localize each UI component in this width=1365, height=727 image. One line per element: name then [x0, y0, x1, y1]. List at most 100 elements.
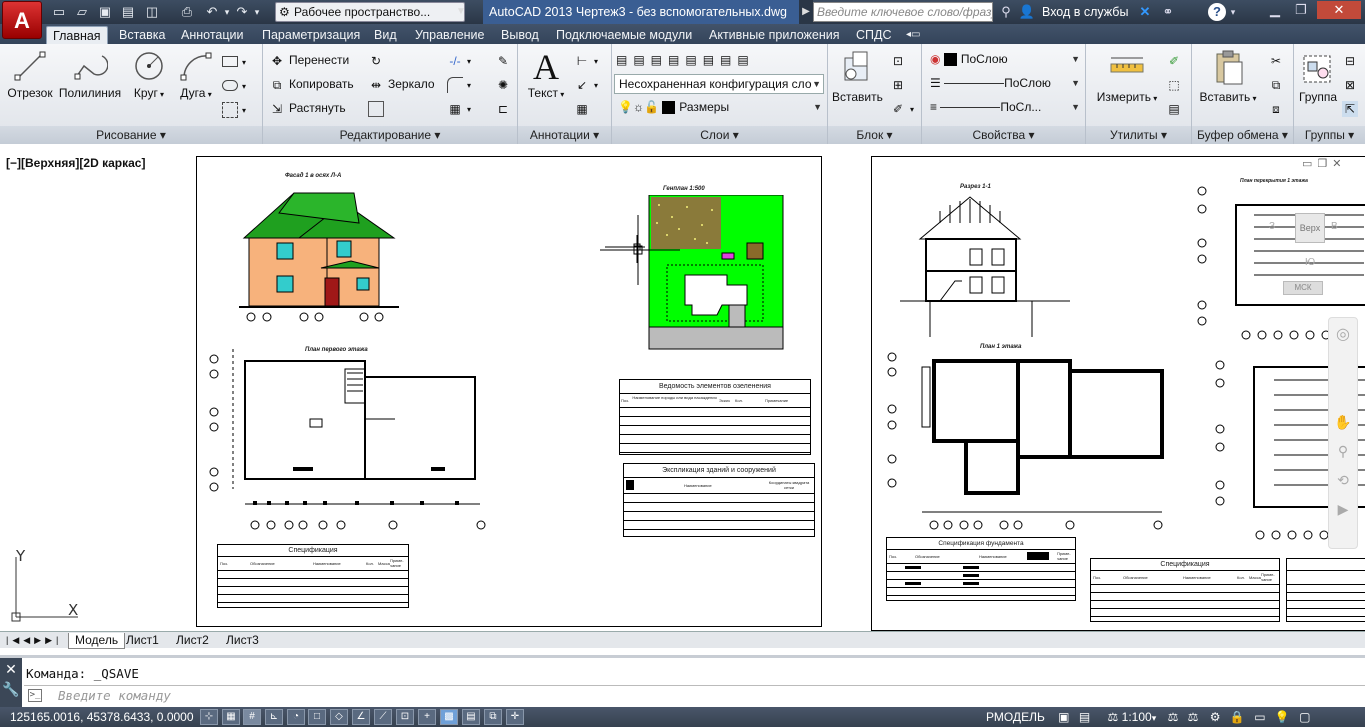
paste-button[interactable]: Вставить ▾ — [1198, 48, 1258, 104]
groups-panel-title[interactable]: Группы ▾ — [1294, 126, 1365, 144]
selection-cycling-icon[interactable]: ⧉ — [484, 709, 502, 725]
utilities-panel-title[interactable]: Утилиты ▾ — [1086, 126, 1191, 144]
save-as-icon[interactable]: ▤ — [119, 3, 137, 21]
clean-screen-icon[interactable]: ▢ — [1299, 710, 1310, 724]
drawing-canvas[interactable]: [−][Верхняя][2D каркас] Y X Фасад 1 в ос… — [0, 145, 1365, 631]
quick-view-drawings-icon[interactable]: ▤ — [1079, 710, 1090, 724]
restore-button[interactable]: ❐ — [1289, 1, 1313, 19]
snap-mode-icon[interactable]: ▦ — [222, 709, 240, 725]
tab-sheet1[interactable]: Лист1 — [126, 633, 159, 648]
viewcube-top[interactable]: Верх — [1295, 213, 1325, 243]
auto-scale-icon[interactable]: ⚖ — [1188, 710, 1199, 724]
modify-panel-title[interactable]: Редактирование ▾ — [263, 126, 517, 144]
viewcube-south[interactable]: Ю — [1305, 257, 1315, 268]
copy-clip-button[interactable]: ⧉ — [1268, 75, 1288, 93]
lock-icon[interactable]: 🔒 — [1230, 710, 1245, 724]
tab-parametric[interactable]: Параметризация — [256, 26, 366, 44]
tab-navigation-arrows[interactable]: |◀◀▶▶| — [6, 633, 62, 648]
viewcube-west[interactable]: З — [1269, 221, 1275, 232]
command-window-handle[interactable]: ✕ 🔧 — [0, 658, 22, 708]
workspace-dropdown[interactable]: ⚙ Рабочее пространство... — [275, 2, 465, 22]
table-button[interactable]: ▦ — [574, 99, 594, 117]
linetype-dropdown[interactable]: ☰ ПоСлою ▼ — [926, 74, 1082, 94]
viewport-controls[interactable]: [−][Верхняя][2D каркас] — [6, 156, 145, 170]
lineweight-toggle-icon[interactable]: + — [418, 709, 436, 725]
line-button[interactable]: Отрезок — [6, 48, 54, 100]
otrack-icon[interactable]: ∠ — [352, 709, 370, 725]
arc-button[interactable]: Дуга ▾ — [176, 48, 216, 100]
tab-manage[interactable]: Управление — [409, 26, 491, 44]
export-icon[interactable]: ◫ — [143, 3, 161, 21]
color-dropdown[interactable]: ◉ ПоСлою ▼ — [926, 50, 1082, 70]
open-icon[interactable]: ▱ — [73, 3, 91, 21]
copy-button[interactable]: ⧉ Копировать — [269, 75, 354, 93]
scale-button[interactable] — [368, 99, 388, 117]
infer-constraints-icon[interactable]: ⊹ — [200, 709, 218, 725]
command-prompt-icon[interactable]: >_ — [28, 689, 42, 702]
stretch-button[interactable]: ⇲ Растянуть — [269, 99, 346, 117]
select-all-button[interactable]: ⬚ — [1166, 75, 1186, 93]
viewcube[interactable]: Верх З В Ю МСК — [1269, 187, 1338, 307]
application-menu-button[interactable]: A — [2, 1, 42, 39]
annotation-monitor-icon[interactable]: ✛ — [506, 709, 524, 725]
navigation-bar[interactable]: ◎ ✋ ⚲ ⟲ ▶ — [1328, 317, 1358, 549]
ungroup-button[interactable]: ⊟ — [1342, 51, 1362, 69]
exchange-icon[interactable]: ✕ — [1137, 3, 1153, 21]
quick-properties-icon[interactable]: ▤ — [462, 709, 480, 725]
erase-button[interactable]: ✎ — [495, 51, 515, 69]
tab-view[interactable]: Вид — [368, 26, 403, 44]
ribbon-toggle-icon[interactable]: ◂▭ — [900, 26, 926, 44]
transparency-icon[interactable]: ▩ — [440, 709, 458, 725]
pan-icon[interactable]: ✋ — [1329, 414, 1357, 431]
array-button[interactable]: ▦ ▾ — [447, 99, 471, 119]
tab-apps[interactable]: Активные приложения — [703, 26, 846, 44]
new-icon[interactable]: ▭ — [50, 3, 68, 21]
move-button[interactable]: ✥ Перенести — [269, 51, 349, 69]
zoom-icon[interactable]: ⚲ — [1329, 443, 1357, 460]
hardware-acceleration-icon[interactable]: ▭ — [1254, 710, 1265, 724]
match-properties-button[interactable]: ⧈ — [1268, 99, 1288, 117]
grid-display-icon[interactable]: # — [243, 709, 261, 725]
region-button[interactable]: ▾ — [222, 100, 246, 120]
coordinates-readout[interactable]: 125165.0016, 45378.6433, 0.0000 — [10, 709, 194, 725]
trim-button[interactable]: -/- ▾ — [447, 51, 471, 71]
attribute-button[interactable]: ✐ ▾ — [890, 99, 914, 119]
tab-model[interactable]: Модель — [68, 633, 126, 649]
calculator-button[interactable]: ▤ — [1166, 99, 1186, 117]
isolate-objects-icon[interactable]: 💡 — [1275, 710, 1290, 724]
viewport-window-controls[interactable]: ▭❐✕ — [1302, 157, 1346, 170]
lineweight-dropdown[interactable]: ≡ ПоСл... ▼ — [926, 98, 1082, 118]
offset-button[interactable]: ⊏ — [495, 99, 515, 117]
clipboard-panel-title[interactable]: Буфер обмена ▾ — [1192, 126, 1293, 144]
dyn-icon[interactable]: ⊡ — [396, 709, 414, 725]
layer-dropdown[interactable]: 💡☼🔓 Размеры ▼ — [614, 98, 824, 118]
circle-button[interactable]: Круг ▾ — [128, 48, 170, 100]
mirror-button[interactable]: ⇹ Зеркало — [368, 75, 435, 93]
workspace-switch-icon[interactable]: ⚙ — [1210, 710, 1221, 724]
rotate-button[interactable]: ↻ — [368, 51, 388, 69]
chevron-right-icon[interactable]: ▶ — [799, 0, 813, 24]
layer-state-dropdown[interactable]: Несохраненная конфигурация сло ▼ — [614, 74, 824, 94]
draw-panel-title[interactable]: Рисование ▾ — [0, 126, 262, 144]
polyline-button[interactable]: Полилиния — [58, 48, 122, 100]
community-icon[interactable]: ⚭ — [1160, 3, 1176, 21]
block-panel-title[interactable]: Блок ▾ — [828, 126, 921, 144]
polar-icon[interactable]: ◔ — [287, 709, 305, 725]
login-button[interactable]: Вход в службы — [1042, 3, 1128, 21]
redo-dropdown-icon[interactable]: ▾ — [248, 3, 266, 21]
edit-block-button[interactable]: ⊞ — [890, 75, 910, 93]
search-icon[interactable]: ⚲ — [998, 3, 1014, 21]
layers-panel-title[interactable]: Слои ▾ — [612, 126, 827, 144]
tab-spds[interactable]: СПДС — [850, 26, 898, 44]
rectangle-button[interactable]: ▾ — [222, 52, 246, 72]
command-input[interactable]: >_ Введите команду — [24, 685, 1365, 705]
3d-osnap-icon[interactable]: ◇ — [330, 709, 348, 725]
minimize-button[interactable]: ▁ — [1263, 1, 1287, 19]
help-icon[interactable]: ? — [1208, 3, 1226, 21]
text-button[interactable]: A Текст ▾ — [524, 48, 568, 100]
quick-select-button[interactable]: ✐ — [1166, 51, 1186, 69]
ortho-icon[interactable]: ⊾ — [265, 709, 283, 725]
close-icon[interactable]: ✕ — [0, 658, 22, 680]
tab-sheet3[interactable]: Лист3 — [226, 633, 259, 648]
orbit-icon[interactable]: ⟲ — [1329, 472, 1357, 489]
